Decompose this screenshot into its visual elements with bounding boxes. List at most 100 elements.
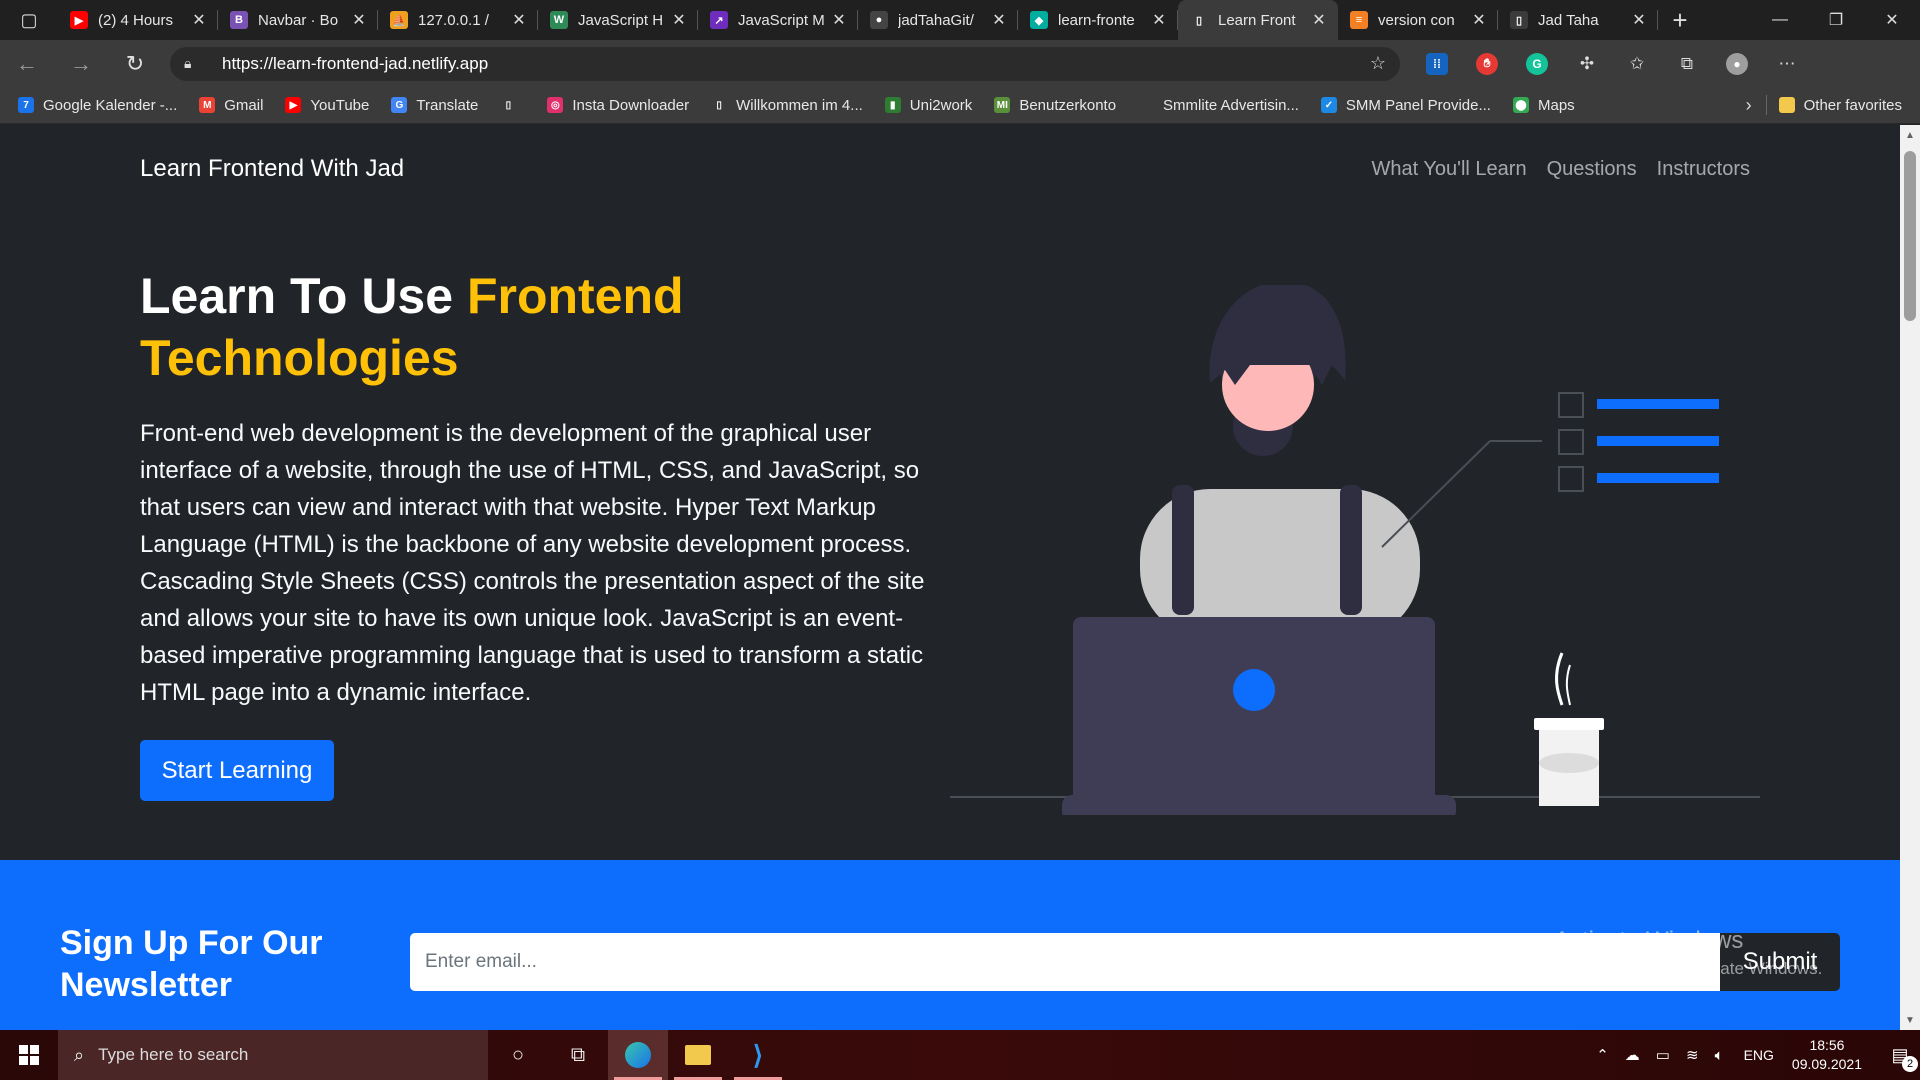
tab-title: JavaScript M bbox=[738, 11, 825, 29]
nav-link[interactable]: Questions bbox=[1547, 158, 1637, 181]
tab-close-icon[interactable]: ✕ bbox=[1630, 10, 1648, 30]
tab-close-icon[interactable]: ✕ bbox=[1150, 10, 1168, 30]
minimize-icon[interactable]: — bbox=[1752, 0, 1808, 40]
favorites-icon[interactable]: ✩ bbox=[1612, 40, 1662, 87]
page-scrollbar[interactable]: ▲ ▼ bbox=[1900, 125, 1920, 1030]
clock[interactable]: 18:56 09.09.2021 bbox=[1792, 1036, 1862, 1074]
volume-icon[interactable]: 🔈︎ bbox=[1715, 1047, 1724, 1064]
start-button[interactable] bbox=[0, 1030, 58, 1080]
tab-title: (2) 4 Hours bbox=[98, 11, 174, 29]
bookmark-favicon-icon: ▯ bbox=[711, 97, 728, 113]
wifi-icon[interactable]: ≋ bbox=[1686, 1046, 1699, 1064]
collections-icon[interactable]: ⧉ bbox=[1662, 40, 1712, 87]
tab-close-icon[interactable]: ✕ bbox=[510, 10, 528, 30]
notification-count: 2 bbox=[1902, 1055, 1918, 1072]
address-bar[interactable]: 🔒︎ https://learn-frontend-jad.netlify.ap… bbox=[170, 46, 1400, 81]
system-tray: ⌃ ☁ ▭ ≋ 🔈︎ ENG 18:56 09.09.2021 ▤ 2 bbox=[1588, 1036, 1920, 1074]
tab-close-icon[interactable]: ✕ bbox=[190, 10, 208, 30]
browser-tab[interactable]: W JavaScript H ✕ bbox=[538, 0, 698, 40]
bookmark-item[interactable]: Smmlite Advertisin... bbox=[1138, 97, 1299, 114]
bookmark-item[interactable]: ▶ YouTube bbox=[285, 97, 369, 114]
lock-icon[interactable]: 🔒︎ bbox=[184, 55, 206, 72]
hand-extension-icon[interactable]: ✋︎ bbox=[1462, 40, 1512, 87]
task-view-icon[interactable]: ⧉ bbox=[548, 1030, 608, 1080]
language-indicator[interactable]: ENG bbox=[1744, 1047, 1774, 1063]
chevron-up-icon[interactable]: ⌃ bbox=[1596, 1046, 1609, 1064]
browser-tab[interactable]: ▯ Learn Front ✕ bbox=[1178, 0, 1338, 40]
bookmark-item[interactable]: MI Benutzerkonto bbox=[994, 97, 1116, 114]
grammarly-icon[interactable]: G bbox=[1512, 40, 1562, 87]
restore-icon[interactable]: ❐ bbox=[1808, 0, 1864, 40]
notification-center-icon[interactable]: ▤ 2 bbox=[1880, 1045, 1920, 1072]
add-favorite-icon[interactable]: ☆ bbox=[1370, 53, 1386, 74]
more-bookmarks-icon[interactable]: › bbox=[1746, 95, 1752, 116]
browser-toolbar: ← → ↻ 🔒︎ https://learn-frontend-jad.netl… bbox=[0, 40, 1920, 87]
bookmark-label: SMM Panel Provide... bbox=[1345, 96, 1491, 114]
scroll-up-icon[interactable]: ▲ bbox=[1900, 125, 1920, 145]
apps-extension-icon[interactable]: ⁞⁞ bbox=[1412, 40, 1462, 87]
browser-tab[interactable]: ● jadTahaGit/ ✕ bbox=[858, 0, 1018, 40]
hero-title: Learn To Use Frontend Technologies bbox=[140, 265, 790, 389]
browser-tab[interactable]: ▯ Jad Taha ✕ bbox=[1498, 0, 1658, 40]
bookmark-item[interactable]: ◎ Insta Downloader bbox=[547, 97, 689, 114]
bookmark-item[interactable]: M Gmail bbox=[199, 97, 263, 114]
tab-favicon-icon: ◆ bbox=[1030, 11, 1048, 29]
browser-tab[interactable]: ≡ version con ✕ bbox=[1338, 0, 1498, 40]
tab-close-icon[interactable]: ✕ bbox=[350, 10, 368, 30]
bookmark-item[interactable]: 7 Google Kalender -... bbox=[18, 97, 177, 114]
tab-close-icon[interactable]: ✕ bbox=[1310, 10, 1328, 30]
newsletter-title: Sign Up For Our Newsletter bbox=[60, 924, 323, 1004]
browser-tab[interactable]: ◆ learn-fronte ✕ bbox=[1018, 0, 1178, 40]
tab-favicon-icon: ⛵ bbox=[390, 11, 408, 29]
profile-avatar-icon[interactable]: ● bbox=[1712, 40, 1762, 87]
bookmark-item[interactable]: ⬤ Maps bbox=[1512, 97, 1575, 114]
battery-icon[interactable]: ▭ bbox=[1656, 1046, 1670, 1064]
bookmark-label: Willkommen im 4... bbox=[736, 96, 863, 114]
browser-tab[interactable]: B Navbar · Bo ✕ bbox=[218, 0, 378, 40]
scroll-down-icon[interactable]: ▼ bbox=[1900, 1010, 1920, 1030]
new-tab-icon[interactable]: + bbox=[1658, 0, 1702, 40]
browser-tab[interactable]: ▶ (2) 4 Hours ✕ bbox=[58, 0, 218, 40]
close-window-icon[interactable]: ✕ bbox=[1864, 0, 1920, 40]
cortana-icon[interactable]: ○ bbox=[488, 1030, 548, 1080]
bookmark-item[interactable]: G Translate bbox=[391, 97, 478, 114]
taskbar-search-placeholder: Type here to search bbox=[98, 1045, 249, 1064]
bookmark-favicon-icon: ▶ bbox=[285, 97, 302, 113]
scroll-thumb[interactable] bbox=[1904, 151, 1916, 321]
back-icon[interactable]: ← bbox=[0, 40, 54, 87]
page-viewport: Learn Frontend With Jad What You'll Lear… bbox=[0, 125, 1900, 1030]
nav-link[interactable]: What You'll Learn bbox=[1372, 158, 1527, 181]
tab-close-icon[interactable]: ✕ bbox=[830, 10, 848, 30]
bookmark-item[interactable]: ▯ Willkommen im 4... bbox=[711, 97, 863, 114]
file-explorer-icon[interactable] bbox=[668, 1030, 728, 1080]
extensions-puzzle-icon[interactable]: ✣ bbox=[1562, 40, 1612, 87]
url-text[interactable]: https://learn-frontend-jad.netlify.app bbox=[222, 54, 488, 74]
tab-close-icon[interactable]: ✕ bbox=[990, 10, 1008, 30]
bookmark-item[interactable]: ▯ bbox=[500, 97, 525, 113]
browser-tab[interactable]: ↗ JavaScript M ✕ bbox=[698, 0, 858, 40]
edge-taskbar-icon[interactable] bbox=[608, 1030, 668, 1080]
tab-close-icon[interactable]: ✕ bbox=[1470, 10, 1488, 30]
newsletter-email-input[interactable] bbox=[410, 933, 1720, 991]
bookmark-item[interactable]: ▮ Uni2work bbox=[884, 97, 972, 114]
tab-favicon-icon: ▯ bbox=[1510, 11, 1528, 29]
bookmark-label: Gmail bbox=[224, 96, 264, 114]
bookmark-item[interactable]: ✓ SMM Panel Provide... bbox=[1320, 96, 1491, 114]
bookmark-favicon-icon: ▯ bbox=[500, 97, 517, 113]
other-favorites[interactable]: Other favorites bbox=[1778, 97, 1902, 114]
tab-close-icon[interactable]: ✕ bbox=[670, 10, 688, 30]
tab-actions-icon[interactable]: ▢ bbox=[0, 0, 58, 40]
onedrive-icon[interactable]: ☁ bbox=[1625, 1046, 1640, 1064]
site-nav-links: What You'll Learn Questions Instructors bbox=[1352, 158, 1750, 181]
vscode-icon[interactable]: ⟩ bbox=[728, 1030, 788, 1080]
forward-icon[interactable]: → bbox=[54, 40, 108, 87]
refresh-icon[interactable]: ↻ bbox=[108, 40, 162, 87]
site-brand-link[interactable]: Learn Frontend With Jad bbox=[140, 155, 404, 183]
bookmark-list: 7 Google Kalender -... M Gmail ▶ YouTube G Tran… bbox=[18, 97, 1597, 114]
more-menu-icon[interactable]: ⋯ bbox=[1762, 40, 1812, 87]
taskbar-search[interactable]: ⌕ Type here to search bbox=[58, 1030, 488, 1080]
nav-link[interactable]: Instructors bbox=[1657, 158, 1750, 181]
start-learning-button[interactable]: Start Learning bbox=[140, 740, 334, 801]
tab-title: version con bbox=[1378, 11, 1455, 29]
browser-tab[interactable]: ⛵ 127.0.0.1 / ✕ bbox=[378, 0, 538, 40]
